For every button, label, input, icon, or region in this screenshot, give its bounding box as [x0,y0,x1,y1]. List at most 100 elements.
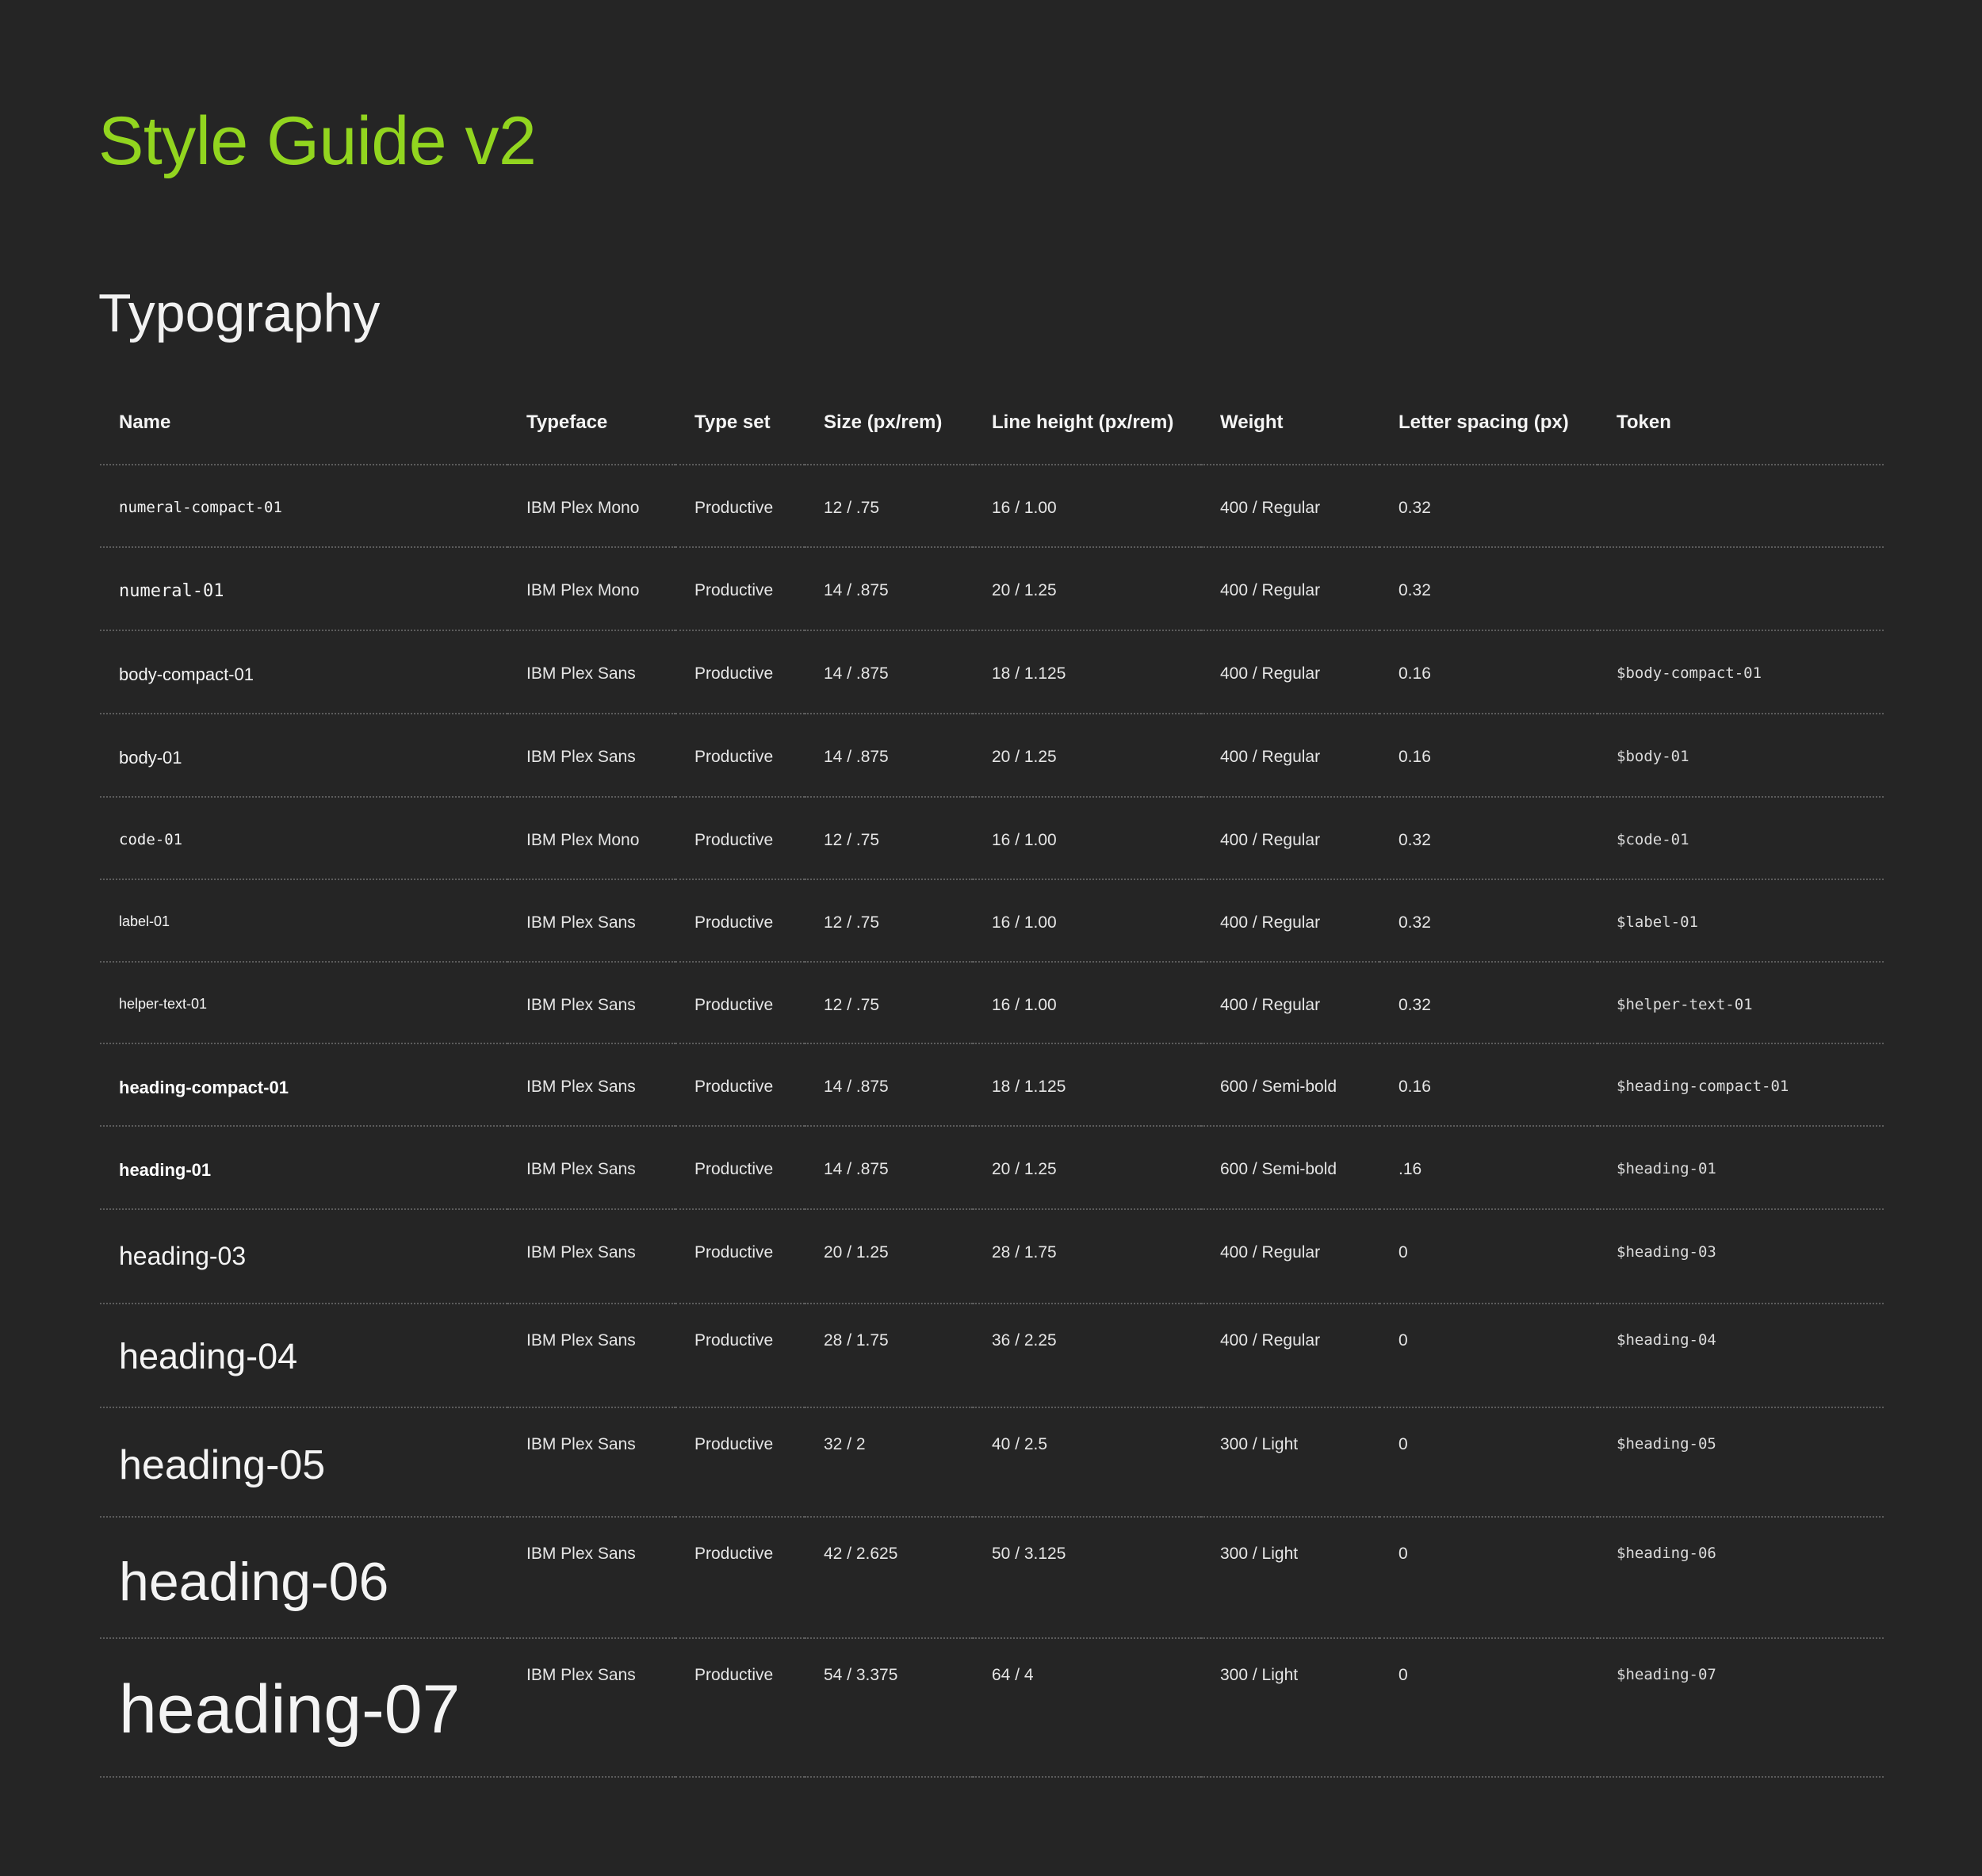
row-typeface: IBM Plex Sans [526,1545,636,1563]
row-typeface: IBM Plex Sans [526,748,636,766]
row-line-height: 18 / 1.125 [992,664,1066,683]
row-name: heading-03 [119,1242,247,1270]
row-size: 14 / .875 [824,1078,889,1096]
row-line-height: 64 / 4 [992,1666,1034,1684]
table-row: heading-01 IBM Plex Sans Productive 14 /… [100,1126,1884,1209]
row-typeface: IBM Plex Sans [526,1331,636,1350]
row-name: heading-07 [119,1671,461,1748]
row-token: $label-01 [1617,913,1698,931]
row-token: $heading-07 [1617,1666,1716,1683]
row-type-set: Productive [694,748,774,766]
row-token: $body-01 [1617,748,1689,765]
row-line-height: 16 / 1.00 [992,831,1057,849]
row-letter-spacing: 0.32 [1398,831,1431,849]
row-weight: 300 / Light [1220,1435,1299,1453]
row-typeface: IBM Plex Mono [526,581,640,599]
row-typeface: IBM Plex Sans [526,1435,636,1453]
row-letter-spacing: 0.16 [1398,748,1431,766]
header-type-set: Type set [694,412,771,433]
row-type-set: Productive [694,831,774,849]
row-type-set: Productive [694,1243,774,1262]
row-typeface: IBM Plex Mono [526,831,640,849]
row-letter-spacing: 0 [1398,1435,1408,1453]
row-token: $heading-06 [1617,1545,1716,1562]
row-weight: 600 / Semi-bold [1220,1160,1337,1178]
row-letter-spacing: 0.16 [1398,1078,1431,1096]
row-size: 32 / 2 [824,1435,866,1453]
row-size: 28 / 1.75 [824,1331,889,1350]
table-header-row: Name Typeface Type set Size (px/rem) Lin… [100,394,1884,465]
row-typeface: IBM Plex Sans [526,996,636,1014]
row-type-set: Productive [694,1666,774,1684]
row-typeface: IBM Plex Sans [526,1666,636,1684]
row-letter-spacing: 0 [1398,1243,1408,1262]
row-name: heading-01 [119,1160,212,1180]
row-token: $heading-04 [1617,1331,1716,1349]
row-type-set: Productive [694,1160,774,1178]
row-token: $heading-05 [1617,1435,1716,1453]
row-size: 14 / .875 [824,748,889,766]
row-size: 12 / .75 [824,831,880,849]
row-line-height: 20 / 1.25 [992,581,1057,599]
row-type-set: Productive [694,913,774,932]
row-type-set: Productive [694,581,774,599]
table-row: heading-04 IBM Plex Sans Productive 28 /… [100,1304,1884,1407]
row-letter-spacing: 0.32 [1398,581,1431,599]
row-typeface: IBM Plex Mono [526,499,640,517]
row-name: helper-text-01 [119,996,208,1012]
row-type-set: Productive [694,996,774,1014]
row-weight: 400 / Regular [1220,913,1321,932]
table-row: code-01 IBM Plex Mono Productive 12 / .7… [100,797,1884,879]
row-weight: 400 / Regular [1220,996,1321,1014]
row-token: $heading-compact-01 [1617,1078,1789,1095]
row-size: 12 / .75 [824,996,880,1014]
row-token: $helper-text-01 [1617,996,1753,1013]
row-token [1597,465,1884,547]
row-line-height: 18 / 1.125 [992,1078,1066,1096]
row-line-height: 28 / 1.75 [992,1243,1057,1262]
row-token: $heading-03 [1617,1243,1716,1261]
table-row: body-compact-01 IBM Plex Sans Productive… [100,630,1884,714]
row-line-height: 16 / 1.00 [992,913,1057,932]
row-typeface: IBM Plex Sans [526,913,636,932]
row-name: numeral-01 [119,581,224,601]
row-token: $heading-01 [1617,1160,1716,1177]
row-size: 12 / .75 [824,913,880,932]
row-line-height: 16 / 1.00 [992,996,1057,1014]
row-token: $code-01 [1617,831,1689,848]
row-weight: 400 / Regular [1220,581,1321,599]
row-typeface: IBM Plex Sans [526,1078,636,1096]
row-weight: 400 / Regular [1220,831,1321,849]
row-name: label-01 [119,913,170,929]
table-row: heading-05 IBM Plex Sans Productive 32 /… [100,1407,1884,1517]
row-name: heading-06 [119,1552,389,1612]
row-size: 54 / 3.375 [824,1666,898,1684]
row-line-height: 40 / 2.5 [992,1435,1048,1453]
row-type-set: Productive [694,499,774,517]
section-title-typography: Typography [98,283,381,343]
row-weight: 400 / Regular [1220,499,1321,517]
row-type-set: Productive [694,664,774,683]
row-size: 12 / .75 [824,499,880,517]
row-line-height: 16 / 1.00 [992,499,1057,517]
row-typeface: IBM Plex Sans [526,1243,636,1262]
header-size: Size (px/rem) [824,412,943,433]
row-name: body-compact-01 [119,664,254,684]
row-size: 14 / .875 [824,1160,889,1178]
row-line-height: 36 / 2.25 [992,1331,1057,1350]
row-weight: 400 / Regular [1220,1331,1321,1350]
row-letter-spacing: 0.16 [1398,664,1431,683]
row-name: heading-04 [119,1336,298,1376]
row-line-height: 20 / 1.25 [992,1160,1057,1178]
row-letter-spacing: 0.32 [1398,996,1431,1014]
row-weight: 300 / Light [1220,1666,1299,1684]
row-name: heading-compact-01 [119,1078,289,1097]
row-size: 14 / .875 [824,664,889,683]
row-size: 14 / .875 [824,581,889,599]
row-weight: 400 / Regular [1220,664,1321,683]
row-line-height: 50 / 3.125 [992,1545,1066,1563]
row-name: body-01 [119,748,182,768]
table-row: heading-07 IBM Plex Sans Productive 54 /… [100,1638,1884,1777]
table-row: heading-compact-01 IBM Plex Sans Product… [100,1043,1884,1126]
row-weight: 600 / Semi-bold [1220,1078,1337,1096]
